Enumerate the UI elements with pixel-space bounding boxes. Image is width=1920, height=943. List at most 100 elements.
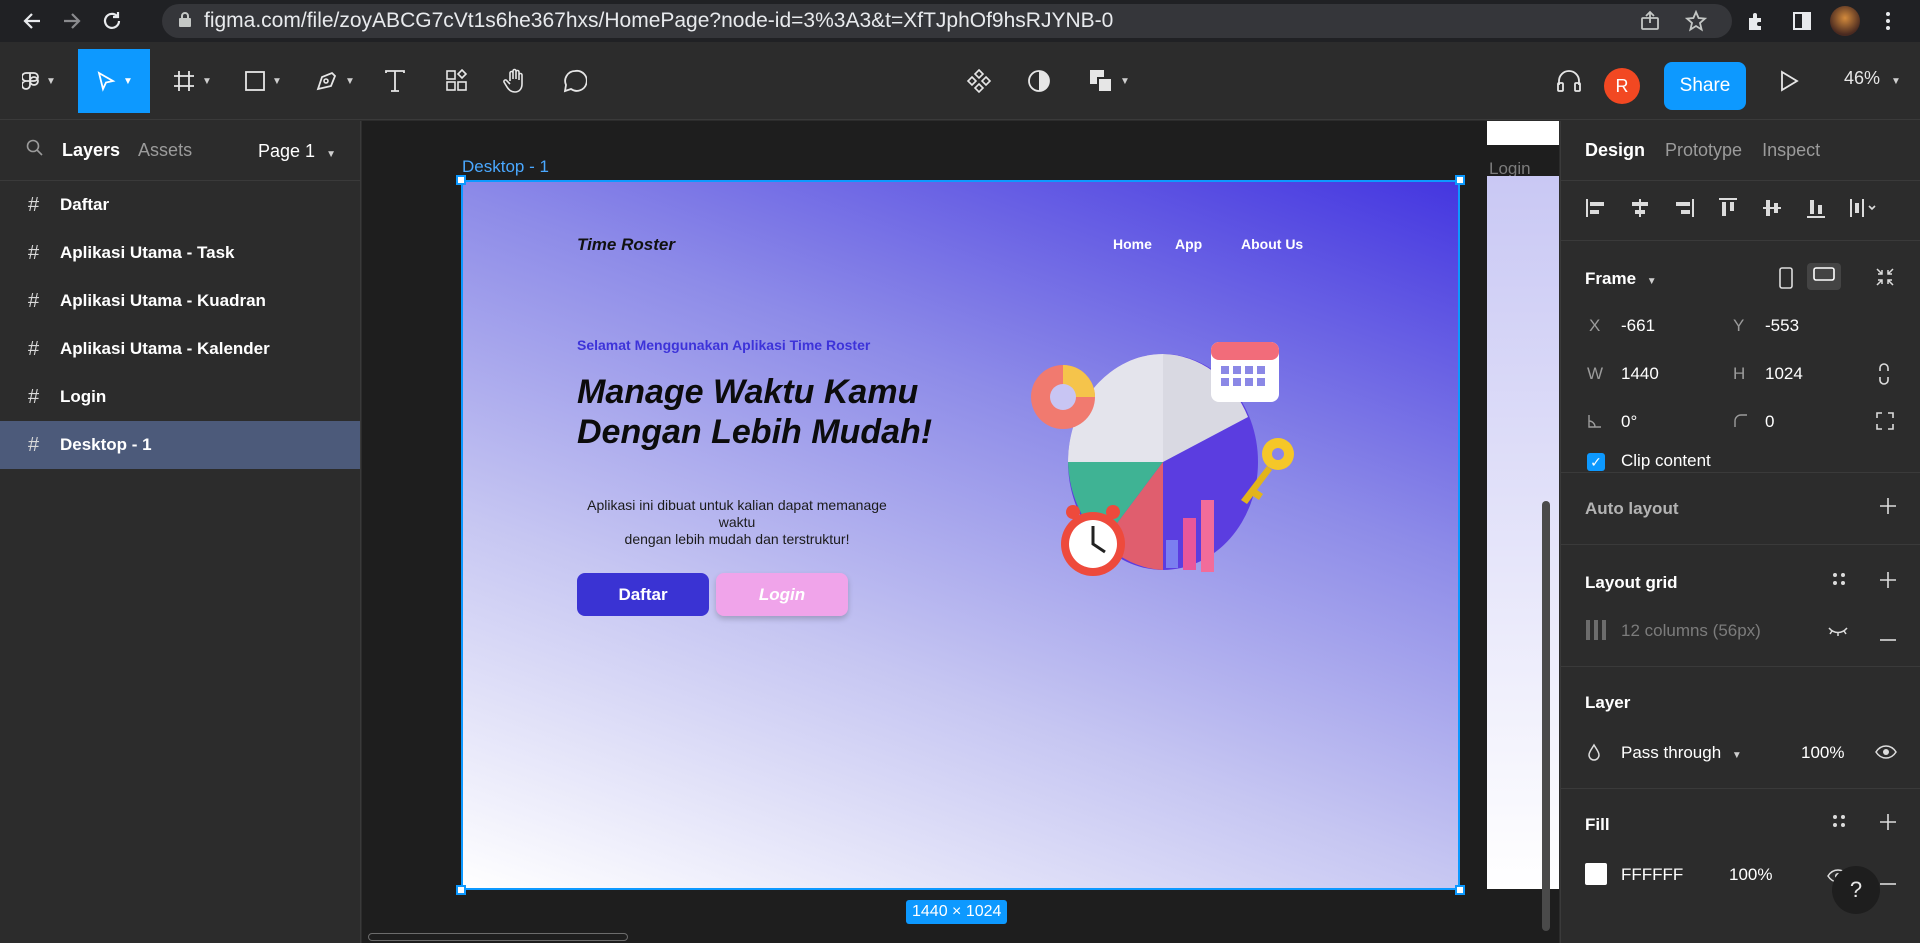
share-button[interactable]: Share: [1664, 62, 1746, 110]
pen-tool-icon[interactable]: ▼: [310, 49, 360, 113]
clip-content-checkbox[interactable]: ✓: [1587, 453, 1605, 471]
resize-handle[interactable]: [456, 175, 466, 185]
grid-styles-icon[interactable]: [1831, 571, 1847, 592]
component-icon[interactable]: [964, 49, 994, 113]
corner-radius-input[interactable]: 0: [1765, 412, 1774, 432]
brand-logo-text: Time Roster: [577, 235, 675, 254]
add-fill-icon[interactable]: [1879, 813, 1897, 836]
search-icon[interactable]: [26, 139, 44, 162]
canvas[interactable]: Desktop - 1 Login Time Roster Home App A…: [362, 121, 1559, 943]
resize-handle[interactable]: [1455, 885, 1465, 895]
page-selector[interactable]: Page 1 ▼: [258, 141, 336, 162]
columns-grid-icon[interactable]: [1585, 619, 1607, 646]
y-input[interactable]: -553: [1765, 316, 1799, 336]
headphones-icon[interactable]: [1552, 49, 1586, 113]
tab-design[interactable]: Design: [1585, 140, 1645, 161]
figma-menu-icon[interactable]: ▼: [14, 49, 64, 113]
boolean-groups-icon[interactable]: ▼: [1084, 49, 1134, 113]
resize-handle[interactable]: [1455, 175, 1465, 185]
layer-item[interactable]: # Daftar: [0, 181, 360, 229]
add-grid-icon[interactable]: [1879, 571, 1897, 594]
horizontal-scrollbar[interactable]: [368, 933, 628, 941]
portrait-icon[interactable]: [1779, 267, 1793, 294]
add-auto-layout-icon[interactable]: [1879, 497, 1897, 520]
profile-avatar[interactable]: [1830, 6, 1860, 36]
tab-prototype[interactable]: Prototype: [1665, 140, 1742, 161]
description-line: Aplikasi ini dibuat untuk kalian dapat m…: [587, 497, 887, 513]
frame-tool-icon[interactable]: ▼: [166, 49, 218, 113]
help-button[interactable]: ?: [1832, 866, 1880, 914]
tab-layers[interactable]: Layers: [62, 140, 120, 161]
landscape-icon[interactable]: [1807, 263, 1841, 290]
rotation-input[interactable]: 0°: [1621, 412, 1637, 432]
fill-color-swatch[interactable]: [1585, 863, 1607, 885]
fill-styles-icon[interactable]: [1831, 813, 1847, 834]
menu-dots-icon[interactable]: [1870, 3, 1906, 39]
remove-grid-icon[interactable]: [1879, 629, 1897, 647]
welcome-text: Selamat Menggunakan Aplikasi Time Roster: [577, 337, 871, 353]
text-tool-icon[interactable]: [380, 49, 410, 113]
back-icon[interactable]: [12, 1, 52, 41]
x-input[interactable]: -661: [1621, 316, 1655, 336]
independent-corners-icon[interactable]: [1875, 411, 1895, 436]
zoom-level[interactable]: 46% ▼: [1844, 68, 1901, 89]
visibility-eye-icon[interactable]: [1875, 745, 1897, 764]
zoom-value: 46%: [1844, 68, 1881, 88]
extensions-icon[interactable]: [1738, 3, 1774, 39]
rectangle-tool-icon[interactable]: ▼: [238, 49, 288, 113]
blend-mode-select[interactable]: Pass through ▼: [1621, 743, 1742, 763]
nav-about-us[interactable]: About Us: [1241, 236, 1303, 252]
fill-hex-input[interactable]: FFFFFF: [1621, 865, 1683, 885]
layer-item[interactable]: # Aplikasi Utama - Kalender: [0, 325, 360, 373]
desktop-frame[interactable]: Time Roster Home App About Us Selamat Me…: [461, 180, 1460, 890]
present-play-icon[interactable]: [1774, 49, 1804, 113]
layer-item[interactable]: # Aplikasi Utama - Kuadran: [0, 277, 360, 325]
tab-assets[interactable]: Assets: [138, 140, 192, 161]
layer-item[interactable]: # Login: [0, 373, 360, 421]
page-selector-label: Page 1: [258, 141, 316, 161]
comment-tool-icon[interactable]: [560, 49, 590, 113]
align-center-horizontal-icon[interactable]: [1629, 197, 1651, 224]
constrain-proportions-icon[interactable]: [1877, 363, 1891, 390]
layer-item[interactable]: # Aplikasi Utama - Task: [0, 229, 360, 277]
width-input[interactable]: 1440: [1621, 364, 1659, 384]
height-input[interactable]: 1024: [1765, 364, 1803, 384]
daftar-button[interactable]: Daftar: [577, 573, 709, 616]
vertical-scrollbar[interactable]: [1542, 501, 1550, 931]
resize-to-fit-icon[interactable]: [1875, 267, 1895, 292]
layer-item-selected[interactable]: # Desktop - 1: [0, 421, 360, 469]
nav-app[interactable]: App: [1175, 236, 1202, 252]
user-avatar[interactable]: R: [1604, 68, 1640, 104]
remove-fill-icon[interactable]: [1879, 873, 1897, 891]
align-center-vertical-icon[interactable]: [1761, 197, 1783, 224]
login-button[interactable]: Login: [716, 573, 848, 616]
share-page-icon[interactable]: [1632, 3, 1668, 39]
figma-toolbar: ▼ ▼ ▼ ▼ ▼ ▼ R Share 46% ▼: [0, 42, 1920, 120]
layer-opacity-input[interactable]: 100%: [1801, 743, 1844, 763]
grid-description[interactable]: 12 columns (56px): [1621, 621, 1761, 641]
bookmark-star-icon[interactable]: [1678, 3, 1714, 39]
hand-tool-icon[interactable]: [500, 49, 530, 113]
align-top-icon[interactable]: [1717, 197, 1739, 224]
align-right-icon[interactable]: [1673, 197, 1695, 224]
layer-name: Aplikasi Utama - Kuadran: [60, 291, 266, 310]
hidden-eye-icon[interactable]: [1827, 625, 1849, 643]
reload-icon[interactable]: [92, 1, 132, 41]
resize-handle[interactable]: [456, 885, 466, 895]
align-bottom-icon[interactable]: [1805, 197, 1827, 224]
tab-inspect[interactable]: Inspect: [1762, 140, 1820, 161]
distribute-icon[interactable]: [1849, 197, 1879, 224]
address-bar[interactable]: figma.com/file/zoyABCG7cVt1s6he367hxs/Ho…: [162, 4, 1732, 38]
lock-icon: [178, 11, 192, 32]
mask-icon[interactable]: [1024, 49, 1054, 113]
chevron-down-icon: ▼: [1646, 276, 1657, 287]
align-left-icon[interactable]: [1585, 197, 1607, 224]
forward-icon[interactable]: [52, 1, 92, 41]
fill-opacity-input[interactable]: 100%: [1729, 865, 1772, 885]
frame-type-dropdown[interactable]: Frame ▼: [1585, 269, 1657, 289]
frame-label[interactable]: Desktop - 1: [462, 157, 549, 177]
move-tool[interactable]: ▼: [78, 49, 150, 113]
side-panel-icon[interactable]: [1784, 3, 1820, 39]
nav-home[interactable]: Home: [1113, 236, 1152, 252]
resources-icon[interactable]: [442, 49, 472, 113]
